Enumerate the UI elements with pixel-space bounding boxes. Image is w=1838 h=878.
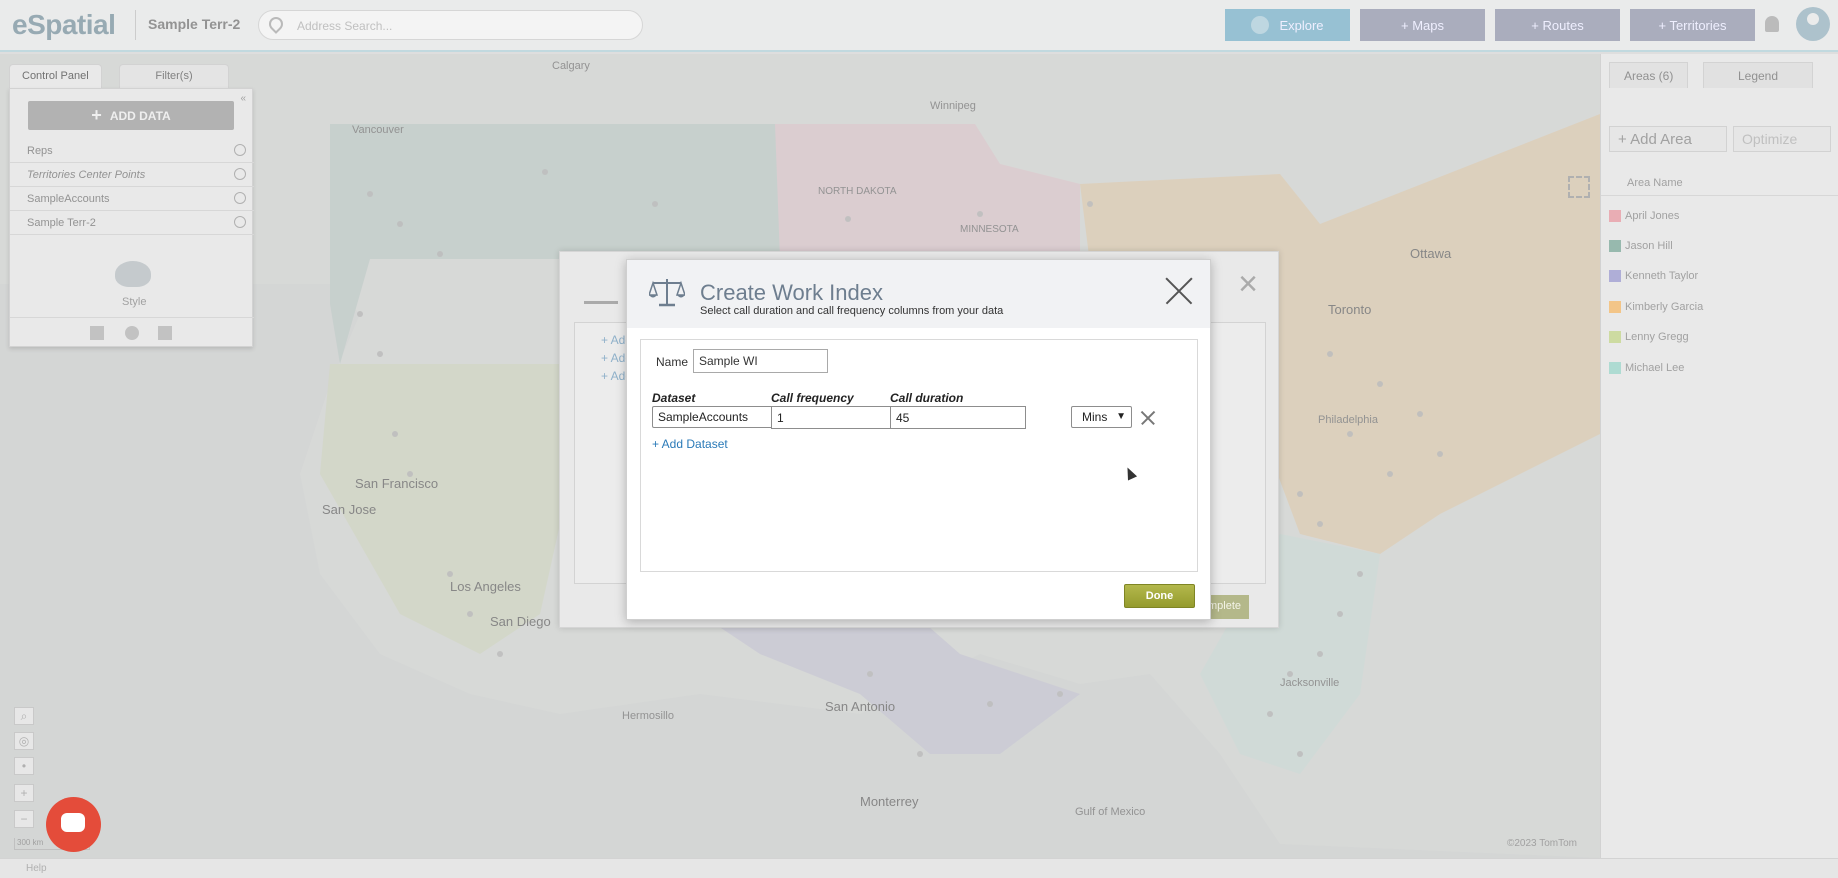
chevron-down-icon: ▼ xyxy=(1116,411,1126,422)
name-label: Name xyxy=(656,355,689,369)
duration-unit-select[interactable]: Mins ▼ xyxy=(1071,406,1132,428)
dialog-title: Create Work Index xyxy=(700,280,884,305)
dataset-column-header: Dataset xyxy=(652,391,696,405)
call-frequency-input[interactable] xyxy=(771,406,907,429)
balance-scale-icon xyxy=(584,274,618,304)
remove-row-icon[interactable] xyxy=(1141,411,1155,425)
dataset-select[interactable]: SampleAccounts ▼ xyxy=(652,406,787,428)
dialog-body: Name Dataset Call frequency Call duratio… xyxy=(640,339,1198,572)
balance-scale-icon xyxy=(649,279,685,307)
done-button[interactable]: Done xyxy=(1124,584,1195,608)
call-duration-column-header: Call duration xyxy=(890,391,964,405)
close-icon[interactable] xyxy=(1163,275,1195,307)
call-frequency-column-header: Call frequency xyxy=(771,391,854,405)
dialog-subtitle: Select call duration and call frequency … xyxy=(700,305,1004,317)
call-duration-input[interactable] xyxy=(890,406,1026,429)
name-input[interactable] xyxy=(693,349,828,373)
duration-unit-value: Mins xyxy=(1082,410,1108,424)
create-work-index-dialog: Create Work Index Select call duration a… xyxy=(626,259,1211,620)
dataset-select-value: SampleAccounts xyxy=(658,410,749,424)
dialog-header: Create Work Index Select call duration a… xyxy=(627,260,1210,328)
close-icon[interactable]: × xyxy=(1238,267,1258,301)
add-dataset-link[interactable]: + Add Dataset xyxy=(652,437,728,451)
